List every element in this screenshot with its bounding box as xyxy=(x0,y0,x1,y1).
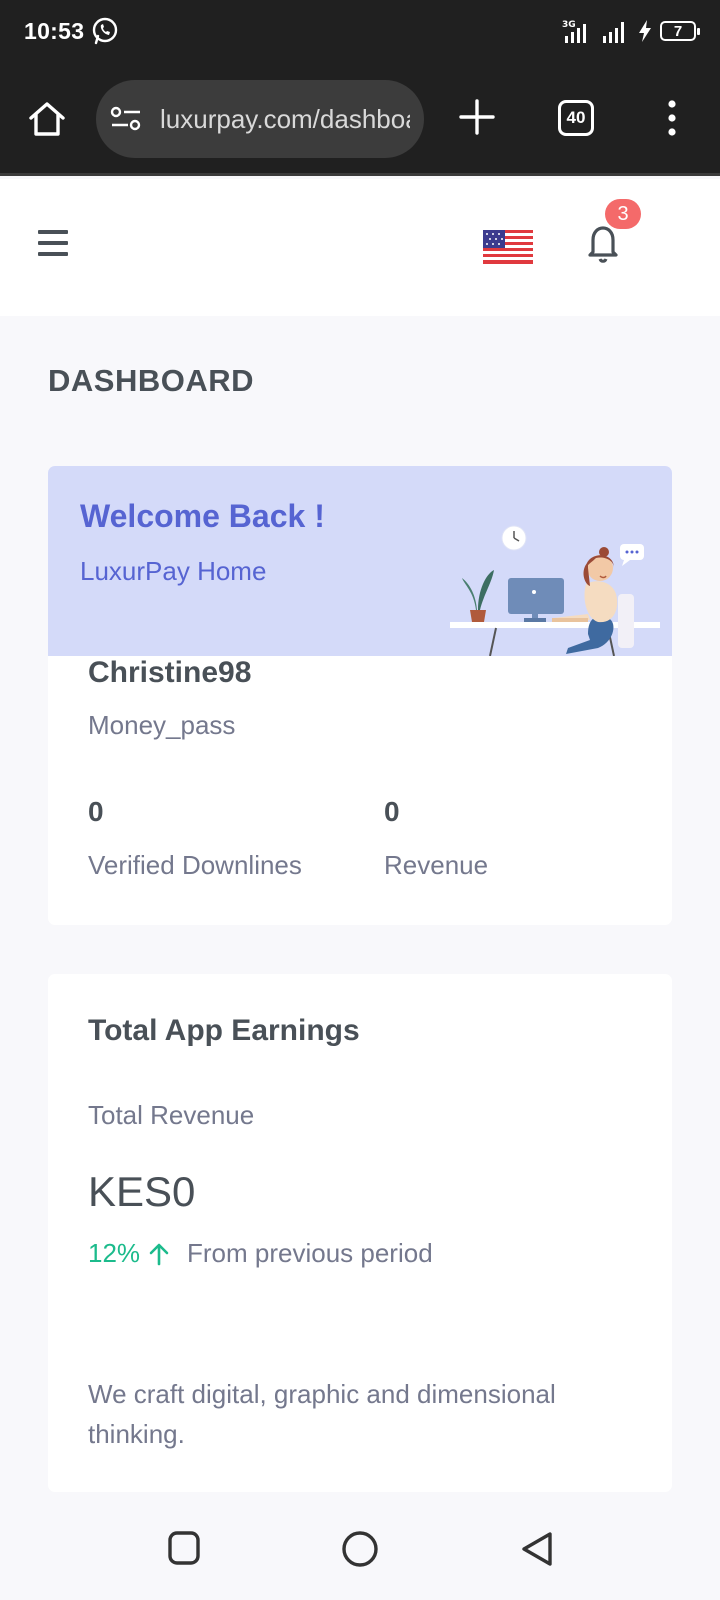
battery-level: 7 xyxy=(673,22,683,40)
verified-downlines-value: 0 xyxy=(88,796,104,827)
welcome-subtitle: LuxurPay Home xyxy=(80,556,267,586)
user-role: Money_pass xyxy=(88,710,236,740)
home-nav-icon[interactable] xyxy=(341,1530,379,1568)
whatsapp-icon xyxy=(92,17,118,45)
recent-apps-icon[interactable] xyxy=(168,1531,200,1565)
svg-text:3G: 3G xyxy=(562,20,576,30)
app-header: 3 xyxy=(0,179,720,316)
tab-switcher-button[interactable]: 40 xyxy=(558,100,594,136)
browser-toolbar: luxurpay.com/dashboard 40 xyxy=(0,62,720,176)
revenue-change-note: From previous period xyxy=(187,1238,433,1268)
office-illustration xyxy=(450,525,660,656)
status-bar: 10:53 3G 7 xyxy=(0,0,720,62)
welcome-banner: Welcome Back ! LuxurPay Home xyxy=(48,466,672,656)
new-tab-icon[interactable] xyxy=(458,98,496,136)
address-bar[interactable]: luxurpay.com/dashboard xyxy=(96,80,424,158)
status-indicators: 3G 7 xyxy=(562,17,700,45)
page-title: DASHBOARD xyxy=(48,363,254,398)
signal-3g-icon: 3G xyxy=(562,20,586,43)
status-time: 10:53 xyxy=(24,18,85,44)
tagline: We craft digital, graphic and dimensiona… xyxy=(88,1379,556,1449)
notification-badge: 3 xyxy=(605,199,641,229)
username: Christine98 xyxy=(88,656,252,689)
revenue-change: 12% xyxy=(88,1238,170,1269)
url-text: luxurpay.com/dashboard xyxy=(160,104,410,134)
charging-icon xyxy=(639,20,651,42)
system-nav-bar xyxy=(0,1496,720,1600)
total-revenue-value: KES0 xyxy=(88,1168,196,1215)
battery-icon: 7 xyxy=(660,21,700,41)
home-icon[interactable] xyxy=(27,99,67,139)
revenue-label: Revenue xyxy=(384,850,489,880)
welcome-card: Welcome Back ! LuxurPay Home Christine98… xyxy=(48,466,672,925)
site-settings-icon[interactable] xyxy=(110,106,142,132)
revenue-change-percent: 12% xyxy=(88,1238,141,1268)
earnings-title: Total App Earnings xyxy=(88,1014,360,1047)
menu-icon[interactable] xyxy=(38,230,68,256)
revenue-value: 0 xyxy=(384,796,400,827)
more-options-icon[interactable] xyxy=(662,98,682,138)
total-revenue-label: Total Revenue xyxy=(88,1100,255,1130)
back-icon[interactable] xyxy=(520,1531,554,1567)
us-flag-icon[interactable] xyxy=(483,230,533,264)
signal-icon xyxy=(603,22,624,43)
verified-downlines-label: Verified Downlines xyxy=(88,850,302,880)
earnings-card: Total App Earnings Total Revenue KES0 12… xyxy=(48,974,672,1492)
arrow-up-icon xyxy=(149,1243,169,1265)
welcome-title: Welcome Back ! xyxy=(80,498,325,534)
